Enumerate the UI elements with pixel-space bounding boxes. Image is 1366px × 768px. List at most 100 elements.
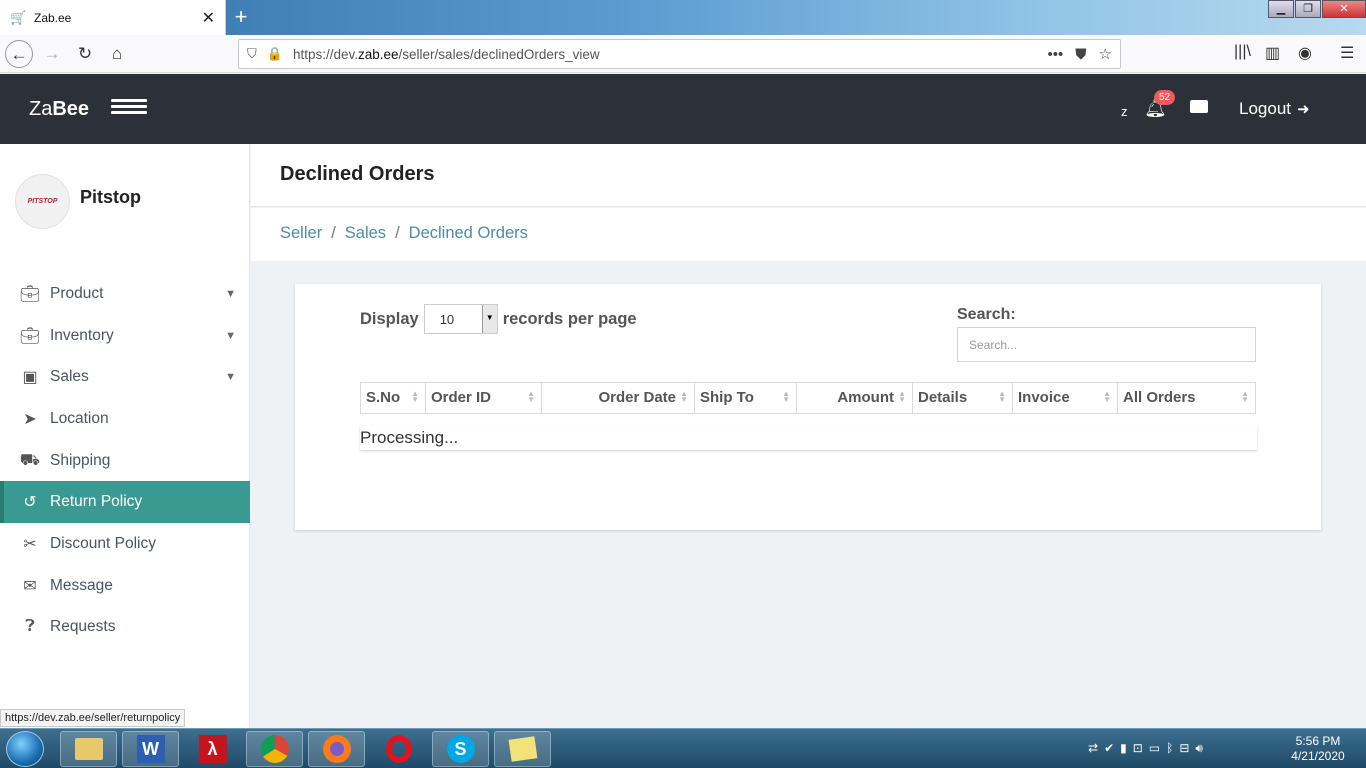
security-check-icon[interactable]: ✔ <box>1104 741 1114 756</box>
records-per-page-select[interactable]: 10 ▼ <box>423 304 498 334</box>
sidebar-toggle-icon[interactable]: ▥ <box>1265 43 1280 63</box>
bluetooth-icon[interactable]: ᛒ <box>1166 741 1173 756</box>
cart-favicon-icon: 🛒 <box>10 9 27 25</box>
sort-icon: ▲ ▼ <box>782 389 790 404</box>
sidebar-item-location[interactable]: ➤ Location <box>0 398 250 440</box>
breadcrumb-sales[interactable]: Sales <box>345 224 386 242</box>
column-order-date[interactable]: Order Date ▲ ▼ <box>542 383 695 413</box>
sidebar-menu: 💼︎ Product ▼ 💼︎ Inventory ▼ ▣ Sales ▼ ➤ Locatio… <box>0 273 250 648</box>
window-controls: ▁ ❐ ✕ <box>1267 0 1366 18</box>
menu-toggle-icon[interactable] <box>111 99 147 117</box>
breadcrumb: Seller / Sales / Declined Orders <box>251 208 1366 261</box>
brand-logo[interactable]: ZaBee <box>29 98 89 121</box>
money-icon: ▣ <box>22 369 38 387</box>
opera-icon[interactable] <box>370 731 427 767</box>
shield-icon[interactable]: ⛉ <box>247 46 257 62</box>
store-profile: PITSTOP Pitstop <box>15 174 141 229</box>
column-invoice[interactable]: Invoice ▲ ▼ <box>1013 383 1118 413</box>
dropdown-arrow-icon[interactable]: ▼ <box>481 305 497 333</box>
sidebar-item-product[interactable]: 💼︎ Product ▼ <box>0 273 250 315</box>
taskbar-clock[interactable]: 5:56 PM 4/21/2020 <box>1280 734 1356 764</box>
page-actions-icon[interactable]: ••• <box>1048 46 1064 63</box>
breadcrumb-seller[interactable]: Seller <box>280 224 322 242</box>
orders-card: Display 10▼ records per page Search: S.N… <box>295 284 1321 530</box>
start-button[interactable] <box>6 731 44 767</box>
back-button[interactable]: ← <box>5 40 33 68</box>
new-tab-button[interactable]: + <box>230 3 252 31</box>
home-button[interactable]: ⌂ <box>103 40 131 68</box>
window-close-button[interactable]: ✕ <box>1322 0 1366 18</box>
logout-button[interactable]: Logout ➜ <box>1239 99 1310 119</box>
maximize-button[interactable]: ❐ <box>1295 0 1321 18</box>
teamviewer-icon[interactable]: ⇄ <box>1088 741 1098 756</box>
account-icon[interactable]: ◉ <box>1298 43 1312 63</box>
minimize-button[interactable]: ▁ <box>1268 0 1294 18</box>
firefox-icon[interactable] <box>308 731 365 767</box>
search-label: Search: <box>957 306 1016 323</box>
tab-title: Zab.ee <box>34 10 72 25</box>
chevron-down-icon: ▼ <box>225 287 236 300</box>
acrobat-icon[interactable]: λ <box>184 731 241 767</box>
location-arrow-icon: ➤ <box>23 410 37 428</box>
volume-icon[interactable]: 🔊︎ <box>1195 741 1203 756</box>
library-icon[interactable]: |||\ <box>1234 43 1251 61</box>
search-input[interactable] <box>957 327 1256 362</box>
hamburger-menu-icon[interactable]: ☰ <box>1340 43 1354 63</box>
address-bar[interactable]: ⛉ 🔒 https://dev.zab.ee/seller/sales/decl… <box>238 39 1121 69</box>
envelope-icon[interactable] <box>1190 100 1208 113</box>
close-tab-icon[interactable]: ✕ <box>202 8 215 28</box>
sort-icon: ▲ ▼ <box>898 389 906 404</box>
column-ship-to[interactable]: Ship To ▲ ▼ <box>695 383 797 413</box>
network-icon[interactable]: ⊡ <box>1133 741 1143 756</box>
browser-tab-bar: 🛒 Zab.ee ✕ + ▁ ❐ ✕ <box>0 0 1366 35</box>
signal-icon[interactable]: ▮ <box>1120 741 1127 756</box>
lock-icon[interactable]: 🔒 <box>267 46 283 62</box>
sort-icon: ▲ ▼ <box>411 389 419 404</box>
clock-time: 5:56 PM <box>1295 734 1341 748</box>
truck-icon: ⛟ <box>19 451 41 469</box>
sticky-notes-icon[interactable] <box>494 731 551 767</box>
usb-icon[interactable]: ⊟ <box>1179 741 1189 756</box>
sort-icon: ▲ ▼ <box>680 389 688 404</box>
sidebar-item-requests[interactable]: ❓︎ Requests <box>0 607 250 649</box>
store-name: Pitstop <box>80 187 141 207</box>
forward-button[interactable]: → <box>38 40 66 68</box>
chrome-icon[interactable] <box>246 731 303 767</box>
column-order-id[interactable]: Order ID ▲ ▼ <box>426 383 542 413</box>
sidebar-item-inventory[interactable]: 💼︎ Inventory ▼ <box>0 315 250 357</box>
user-initial[interactable]: z <box>1121 104 1128 119</box>
table-header: S.No ▲ ▼ Order ID ▲ ▼ Order Date ▲ ▼ Ship To ▲ ▼… <box>360 382 1256 414</box>
column-amount[interactable]: Amount ▲ ▼ <box>797 383 913 413</box>
browser-tab[interactable]: 🛒 Zab.ee ✕ <box>0 0 226 35</box>
word-icon[interactable]: W <box>122 731 179 767</box>
reload-button[interactable]: ↻ <box>71 40 99 68</box>
chevron-down-icon: ▼ <box>225 371 236 384</box>
avatar: PITSTOP <box>15 174 70 229</box>
skype-icon[interactable]: S <box>432 731 489 767</box>
processing-indicator: Processing... <box>360 426 1257 450</box>
taskbar: W λ S ⇄ ✔ ▮ ⊡ ▭ ᛒ ⊟ 🔊︎ 5:56 PM 4/21/2020 <box>0 728 1366 768</box>
chevron-down-icon: ▼ <box>225 329 236 342</box>
briefcase-icon: 💼︎ <box>19 327 41 345</box>
sidebar-item-sales[interactable]: ▣ Sales ▼ <box>0 356 250 398</box>
column-sno[interactable]: S.No ▲ ▼ <box>361 383 426 413</box>
column-all-orders[interactable]: All Orders ▲ ▼ <box>1118 383 1255 413</box>
briefcase-icon: 💼︎ <box>19 285 41 303</box>
column-details[interactable]: Details ▲ ▼ <box>913 383 1013 413</box>
sign-out-icon: ➜ <box>1297 101 1310 118</box>
length-prefix: Display <box>360 309 419 328</box>
display-icon[interactable]: ▭ <box>1149 741 1160 756</box>
file-explorer-icon[interactable] <box>60 731 117 767</box>
sort-icon: ▲ ▼ <box>527 389 535 404</box>
sort-icon: ▲ ▼ <box>1103 389 1111 404</box>
url-text[interactable]: https://dev.zab.ee/seller/sales/declined… <box>293 47 1036 62</box>
sidebar-item-shipping[interactable]: ⛟ Shipping <box>0 440 250 482</box>
sidebar-item-return-policy[interactable]: ↺ Return Policy <box>0 481 250 524</box>
page-title: Declined Orders <box>280 163 435 185</box>
browser-toolbar: ← → ↻ ⌂ ⛉ 🔒 https://dev.zab.ee/seller/sa… <box>0 35 1366 73</box>
bookmark-star-icon[interactable]: ☆ <box>1099 45 1112 63</box>
clock-date: 4/21/2020 <box>1291 749 1345 763</box>
sidebar-item-discount-policy[interactable]: ✂ Discount Policy <box>0 523 250 565</box>
pocket-icon[interactable]: ⛊ <box>1075 46 1086 63</box>
sidebar-item-message[interactable]: ✉ Message <box>0 565 250 607</box>
